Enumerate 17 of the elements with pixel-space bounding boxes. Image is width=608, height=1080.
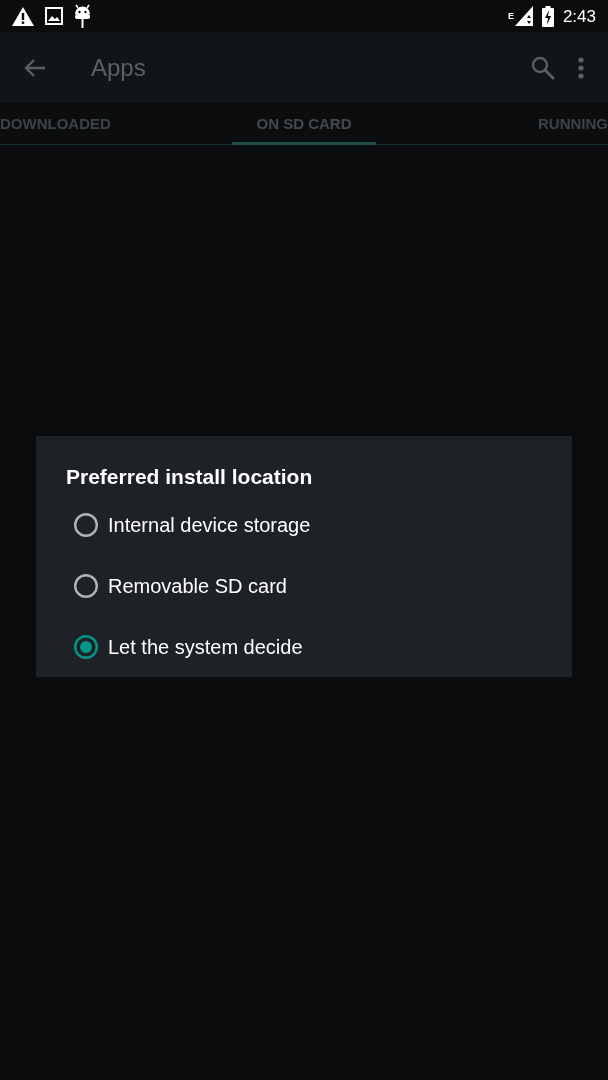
radio-option[interactable]: Removable SD card [36, 555, 572, 616]
dialog-title: Preferred install location [66, 464, 314, 490]
battery-charging-icon [541, 5, 554, 27]
clock-time: 2:43 [562, 7, 596, 25]
overflow-menu-button[interactable] [576, 54, 586, 81]
image-icon [45, 7, 63, 25]
robot-icon [74, 4, 91, 28]
radio-option[interactable]: Internal device storage [36, 494, 572, 555]
network-type-label: E [507, 11, 514, 21]
warning-icon [12, 6, 34, 26]
back-icon [24, 57, 46, 78]
more-icon [578, 56, 584, 79]
radio-option[interactable]: Let the system decide [36, 616, 572, 677]
search-icon [531, 55, 555, 80]
signal-icon [514, 6, 533, 26]
app-bar-title: Apps [91, 52, 146, 83]
search-button[interactable] [530, 54, 556, 81]
